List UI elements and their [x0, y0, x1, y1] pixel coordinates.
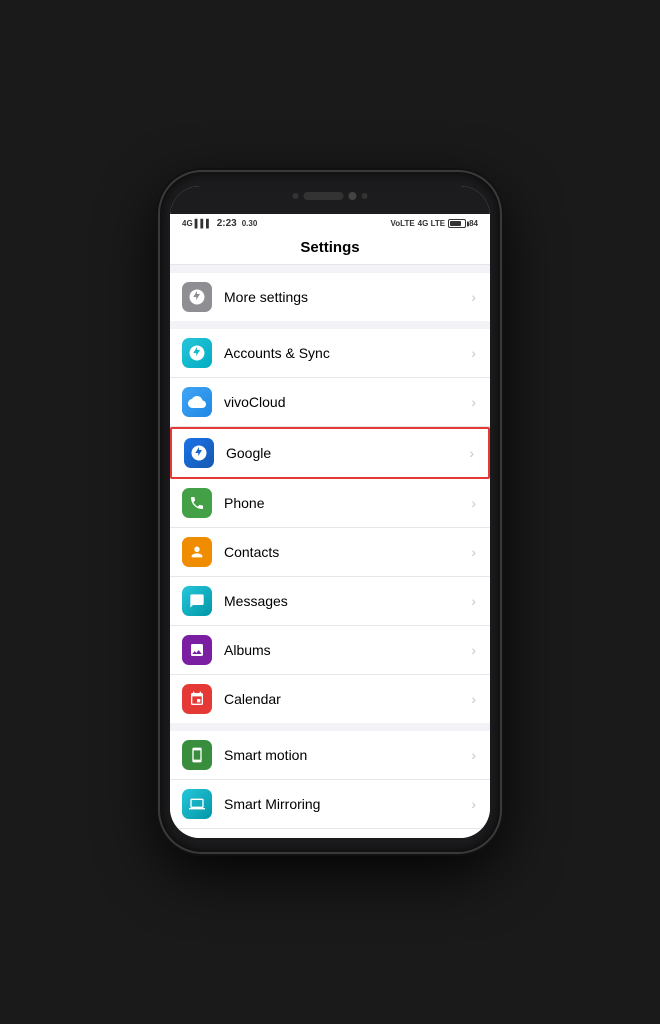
page-title: Settings [170, 231, 490, 265]
phone-device: 4G ▌▌▌ 2:23 0.30 VoLTE 4G LTE 84 Setting… [160, 172, 500, 852]
settings-item-phone[interactable]: Phone › [170, 479, 490, 528]
settings-item-albums[interactable]: Albums › [170, 626, 490, 675]
smart-motion-icon [182, 740, 212, 770]
settings-item-smart-mirroring[interactable]: Smart Mirroring › [170, 780, 490, 829]
data-speed: 0.30 [242, 219, 258, 228]
calendar-icon [182, 684, 212, 714]
section-smart: Smart motion › Smart Mirroring › [170, 731, 490, 838]
messages-icon [182, 586, 212, 616]
sensor-dot [293, 193, 299, 199]
settings-item-contacts[interactable]: Contacts › [170, 528, 490, 577]
settings-item-accounts-sync[interactable]: Accounts & Sync › [170, 329, 490, 378]
settings-item-smart-motion[interactable]: Smart motion › [170, 731, 490, 780]
notch-bar [170, 186, 490, 214]
carrier: 4G [182, 219, 193, 228]
battery-fill [450, 221, 461, 226]
settings-item-smart-split[interactable]: Smart Split › [170, 829, 490, 838]
battery-icon [448, 219, 466, 228]
settings-item-messages[interactable]: Messages › [170, 577, 490, 626]
notch-pill [304, 192, 344, 200]
camera-dot [349, 192, 357, 200]
more-settings-chevron: › [471, 289, 476, 305]
phone-label: Phone [224, 495, 471, 511]
settings-item-calendar[interactable]: Calendar › [170, 675, 490, 723]
section-accounts: Accounts & Sync › vivoCloud › [170, 329, 490, 723]
notch-sensors [293, 186, 368, 200]
accounts-sync-label: Accounts & Sync [224, 345, 471, 361]
phone-icon [182, 488, 212, 518]
sensor-dot-2 [362, 193, 368, 199]
settings-list[interactable]: More settings › Accounts & Sync › [170, 265, 490, 838]
accounts-sync-chevron: › [471, 345, 476, 361]
contacts-chevron: › [471, 544, 476, 560]
status-right: VoLTE 4G LTE 84 [391, 219, 478, 228]
messages-label: Messages [224, 593, 471, 609]
phone-chevron: › [471, 495, 476, 511]
google-chevron: › [469, 445, 474, 461]
albums-icon [182, 635, 212, 665]
smart-mirroring-icon [182, 789, 212, 819]
smart-mirroring-label: Smart Mirroring [224, 796, 471, 812]
vivocloud-icon [182, 387, 212, 417]
google-icon [184, 438, 214, 468]
calendar-chevron: › [471, 691, 476, 707]
more-settings-icon [182, 282, 212, 312]
contacts-label: Contacts [224, 544, 471, 560]
google-label: Google [226, 445, 469, 461]
signal-bars: ▌▌▌ [195, 219, 212, 228]
smart-motion-chevron: › [471, 747, 476, 763]
time: 2:23 [217, 218, 237, 229]
status-bar: 4G ▌▌▌ 2:23 0.30 VoLTE 4G LTE 84 [170, 214, 490, 231]
lte: 4G LTE [418, 219, 445, 228]
vivocloud-label: vivoCloud [224, 394, 471, 410]
albums-chevron: › [471, 642, 476, 658]
settings-item-vivocloud[interactable]: vivoCloud › [170, 378, 490, 427]
accounts-sync-icon [182, 338, 212, 368]
phone-screen: 4G ▌▌▌ 2:23 0.30 VoLTE 4G LTE 84 Setting… [170, 186, 490, 838]
smart-mirroring-chevron: › [471, 796, 476, 812]
battery-percent: 84 [469, 219, 478, 228]
albums-label: Albums [224, 642, 471, 658]
smart-motion-label: Smart motion [224, 747, 471, 763]
contacts-icon [182, 537, 212, 567]
status-left: 4G ▌▌▌ 2:23 0.30 [182, 218, 257, 229]
settings-item-google[interactable]: Google › [170, 427, 490, 479]
more-settings-label: More settings [224, 289, 471, 305]
volte: VoLTE [391, 219, 415, 228]
settings-item-more-settings[interactable]: More settings › [170, 273, 490, 321]
vivocloud-chevron: › [471, 394, 476, 410]
messages-chevron: › [471, 593, 476, 609]
section-more: More settings › [170, 273, 490, 321]
calendar-label: Calendar [224, 691, 471, 707]
